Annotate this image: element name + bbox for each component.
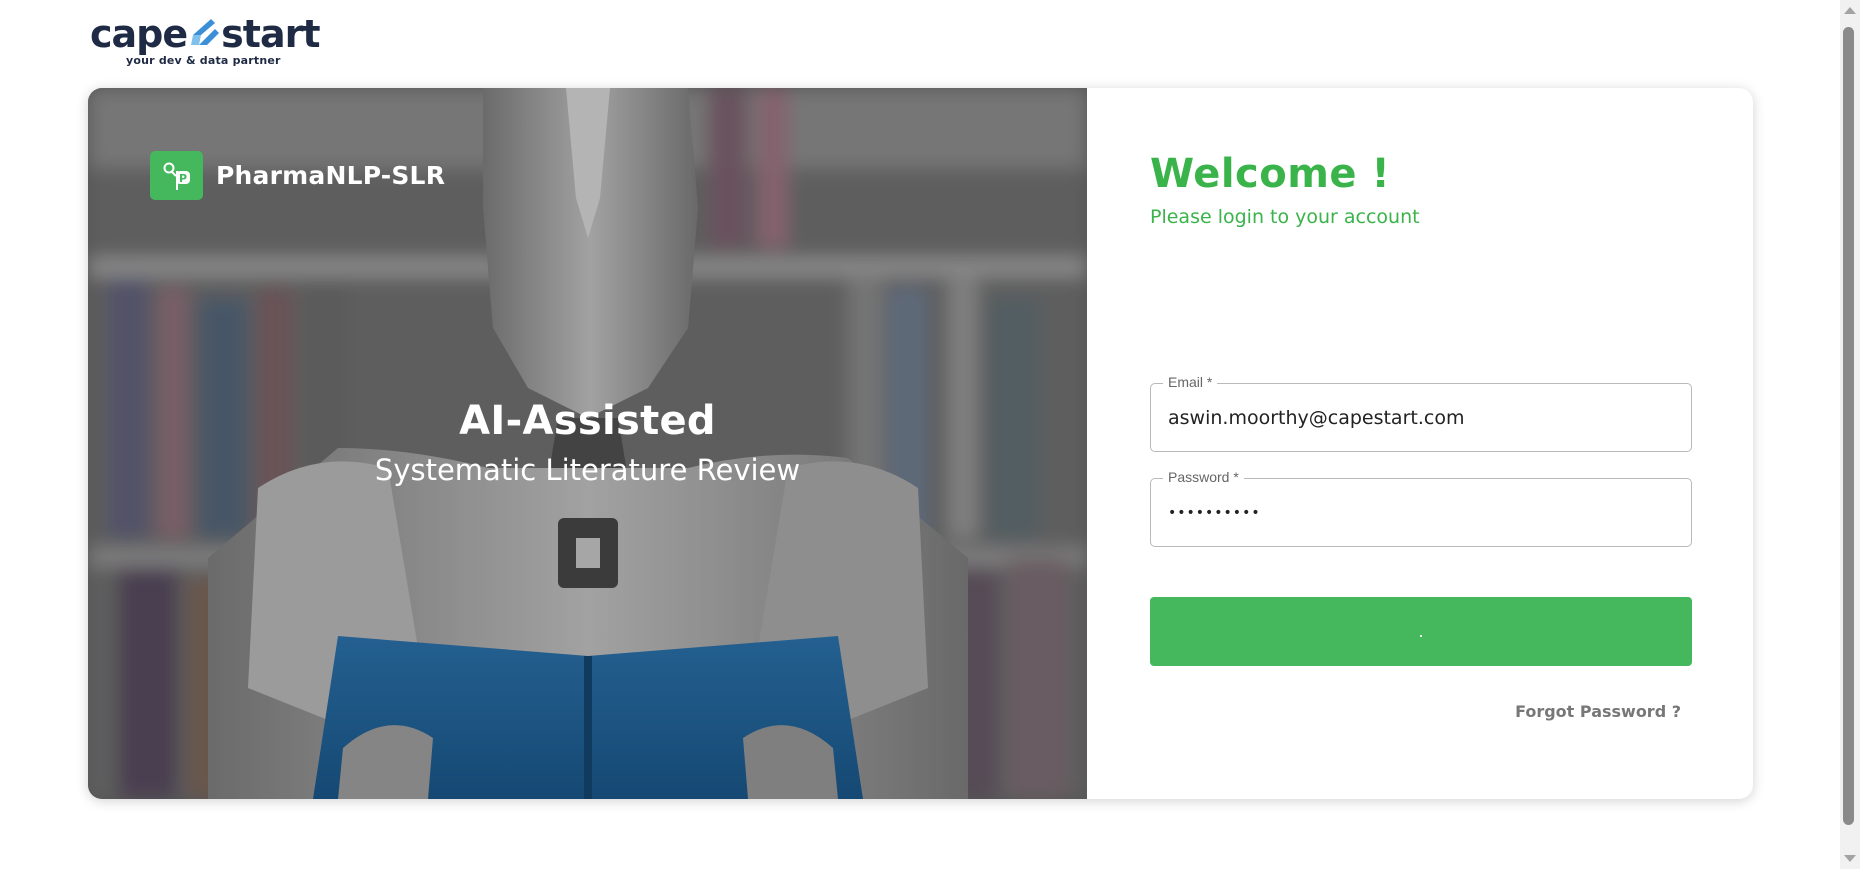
brand-word-right: start	[221, 12, 320, 56]
email-field[interactable]: Email *	[1150, 374, 1692, 452]
brand-wordmark: cape start	[90, 12, 321, 56]
password-input[interactable]	[1151, 479, 1691, 546]
scroll-down-arrow-icon[interactable]	[1844, 855, 1856, 862]
page-scrollbar[interactable]	[1840, 0, 1860, 869]
email-input[interactable]	[1151, 384, 1691, 451]
scroll-up-arrow-icon[interactable]	[1844, 7, 1856, 14]
hero-title: AI-Assisted	[459, 398, 716, 444]
app-name: PharmaNLP-SLR	[216, 161, 446, 190]
svg-text:P: P	[178, 172, 186, 185]
login-subtitle: Please login to your account	[1150, 206, 1420, 228]
forgot-password-link[interactable]: Forgot Password ?	[1515, 702, 1681, 721]
capestart-mark-icon	[191, 19, 220, 45]
scroll-thumb[interactable]	[1843, 27, 1854, 825]
capestart-logo[interactable]: cape start your dev & data partner	[90, 14, 321, 70]
login-form: Welcome ! Please login to your account E…	[1087, 88, 1753, 799]
login-button[interactable]: .	[1150, 597, 1692, 666]
hero-subtitle: Systematic Literature Review	[374, 453, 801, 487]
app-logo[interactable]: P PharmaNLP-SLR	[150, 151, 445, 200]
brand-tagline: your dev & data partner	[126, 54, 281, 67]
welcome-heading: Welcome !	[1150, 151, 1391, 197]
password-field[interactable]: Password *	[1150, 469, 1692, 547]
hero-panel: P PharmaNLP-SLR AI-Assisted Systematic L…	[88, 88, 1087, 799]
brand-word-left: cape	[90, 12, 188, 56]
login-card: P PharmaNLP-SLR AI-Assisted Systematic L…	[88, 88, 1753, 799]
pin-flag-icon: P	[150, 151, 203, 200]
